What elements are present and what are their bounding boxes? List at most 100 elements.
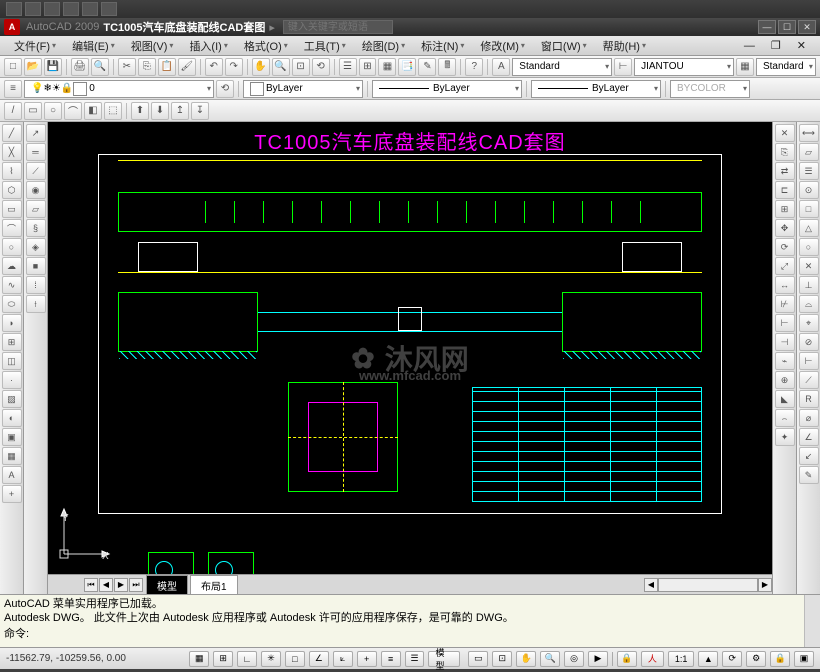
dim-diameter-icon[interactable]: ⌀: [799, 409, 819, 427]
offset-icon[interactable]: ⊏: [775, 181, 795, 199]
pan-icon[interactable]: ✋: [252, 58, 270, 76]
color-combo[interactable]: ByLayer: [243, 80, 363, 98]
hscroll-right-icon[interactable]: ▶: [758, 578, 772, 592]
osnap-none-icon[interactable]: ⊘: [799, 333, 819, 351]
app-logo-icon[interactable]: A: [4, 19, 20, 35]
arc-icon[interactable]: ⌒: [2, 219, 22, 237]
fillet-icon[interactable]: ⌢: [775, 409, 795, 427]
gradient-icon[interactable]: ◐: [2, 409, 22, 427]
back-icon[interactable]: ⬇: [151, 102, 169, 120]
tab-first-icon[interactable]: ⏮: [84, 578, 98, 592]
mtext-icon[interactable]: A: [2, 466, 22, 484]
block-icon[interactable]: ◫: [2, 352, 22, 370]
dc-icon[interactable]: ⊞: [359, 58, 377, 76]
menu-draw[interactable]: 绘图(D)▾: [354, 36, 413, 56]
doc-restore-button[interactable]: ❐: [763, 37, 789, 54]
tab-model[interactable]: 模型: [146, 575, 188, 595]
menu-format[interactable]: 格式(O)▾: [236, 36, 296, 56]
pline-icon[interactable]: ⌇: [2, 162, 22, 180]
new-icon[interactable]: □: [4, 58, 22, 76]
menu-tools[interactable]: 工具(T)▾: [296, 36, 354, 56]
osnap-perp-icon[interactable]: ⊥: [799, 276, 819, 294]
dim-aligned-icon[interactable]: ⟋: [799, 371, 819, 389]
help-icon[interactable]: ?: [465, 58, 483, 76]
plot-icon[interactable]: 🖨: [71, 58, 89, 76]
osnap-end-icon[interactable]: □: [799, 200, 819, 218]
scale-combo[interactable]: 1:1: [668, 651, 695, 667]
polar-toggle[interactable]: ✳: [261, 651, 281, 667]
help-search-input[interactable]: [283, 20, 393, 34]
qat-redo-icon[interactable]: [82, 2, 98, 16]
hscroll-track[interactable]: [658, 578, 758, 592]
osnap-int-icon[interactable]: ✕: [799, 257, 819, 275]
spline-icon[interactable]: ∿: [2, 276, 22, 294]
cmd-resize-handle[interactable]: [804, 595, 820, 647]
explode-icon[interactable]: ✦: [775, 428, 795, 446]
otrack-toggle[interactable]: ∠: [309, 651, 329, 667]
extend-icon[interactable]: ⊢: [775, 314, 795, 332]
lineweight-combo[interactable]: ByLayer: [531, 80, 661, 98]
donut-icon[interactable]: ◉: [26, 181, 46, 199]
maximize-button[interactable]: ☐: [778, 20, 796, 34]
3dface-icon[interactable]: ◈: [26, 238, 46, 256]
cut-icon[interactable]: ✂: [118, 58, 136, 76]
area-icon[interactable]: ▱: [799, 143, 819, 161]
copy-obj-icon[interactable]: ⎘: [775, 143, 795, 161]
linetype-combo[interactable]: ByLayer: [372, 80, 522, 98]
dim-angular-icon[interactable]: ∠: [799, 428, 819, 446]
pan-status-icon[interactable]: ✋: [516, 651, 536, 667]
ortho-toggle[interactable]: ∟: [237, 651, 257, 667]
osnap-near-icon[interactable]: ⌖: [799, 314, 819, 332]
grid-toggle[interactable]: ⊞: [213, 651, 233, 667]
osnap-cen-icon[interactable]: ○: [799, 238, 819, 256]
measure-icon[interactable]: ⟊: [26, 295, 46, 313]
layer-combo[interactable]: 💡❄☀🔒 0: [24, 80, 214, 98]
mirror-icon[interactable]: ⇄: [775, 162, 795, 180]
line-sm-icon[interactable]: /: [4, 102, 22, 120]
line-icon[interactable]: ╱: [2, 124, 22, 142]
menu-insert[interactable]: 插入(I)▾: [181, 36, 235, 56]
zoom-win-icon[interactable]: ⊡: [292, 58, 310, 76]
paste-icon[interactable]: 📋: [158, 58, 176, 76]
calc-icon[interactable]: 🖩: [438, 58, 456, 76]
markup-icon[interactable]: ✎: [418, 58, 436, 76]
undo-icon[interactable]: ↶: [205, 58, 223, 76]
ssm-icon[interactable]: 📑: [398, 58, 416, 76]
circle-sm-icon[interactable]: ○: [44, 102, 62, 120]
above-icon[interactable]: ↥: [171, 102, 189, 120]
polygon-icon[interactable]: ⬡: [2, 181, 22, 199]
trim-icon[interactable]: ⊬: [775, 295, 795, 313]
quickview-layouts-icon[interactable]: ▭: [468, 651, 488, 667]
scale-icon[interactable]: ⤢: [775, 257, 795, 275]
helix-icon[interactable]: §: [26, 219, 46, 237]
front-icon[interactable]: ⬆: [131, 102, 149, 120]
save-icon[interactable]: 💾: [44, 58, 62, 76]
dim-radius-icon[interactable]: R: [799, 390, 819, 408]
rotate-icon[interactable]: ⟳: [775, 238, 795, 256]
clean-screen-icon[interactable]: ▣: [794, 651, 814, 667]
list-icon[interactable]: ☰: [799, 162, 819, 180]
ray-icon[interactable]: ↗: [26, 124, 46, 142]
menu-edit[interactable]: 编辑(E)▾: [64, 36, 123, 56]
ellipse-icon[interactable]: ⬭: [2, 295, 22, 313]
dim-leader-icon[interactable]: ↙: [799, 447, 819, 465]
zoom-rt-icon[interactable]: 🔍: [272, 58, 290, 76]
qat-save-icon[interactable]: [44, 2, 60, 16]
lwt-toggle[interactable]: ≡: [381, 651, 401, 667]
stretch-icon[interactable]: ↔: [775, 276, 795, 294]
menu-dimension[interactable]: 标注(N)▾: [413, 36, 472, 56]
tablestyle-combo[interactable]: Standard: [756, 58, 816, 76]
circle-icon[interactable]: ○: [2, 238, 22, 256]
layer-prev-icon[interactable]: ⟲: [216, 80, 234, 98]
ellipsearc-icon[interactable]: ◗: [2, 314, 22, 332]
layer-props-icon[interactable]: ≡: [4, 80, 22, 98]
qat-open-icon[interactable]: [25, 2, 41, 16]
menu-modify[interactable]: 修改(M)▾: [472, 36, 533, 56]
drawing-canvas[interactable]: TC1005汽车底盘装配线CAD套图: [48, 122, 772, 594]
coordinates-display[interactable]: -11562.79, -10259.56, 0.00: [6, 653, 185, 664]
ducs-toggle[interactable]: ⟀: [333, 651, 353, 667]
props-icon[interactable]: ☰: [339, 58, 357, 76]
region2-icon[interactable]: ▣: [2, 428, 22, 446]
preview-icon[interactable]: 🔍: [91, 58, 109, 76]
3dpoly-icon[interactable]: ⟋: [26, 162, 46, 180]
